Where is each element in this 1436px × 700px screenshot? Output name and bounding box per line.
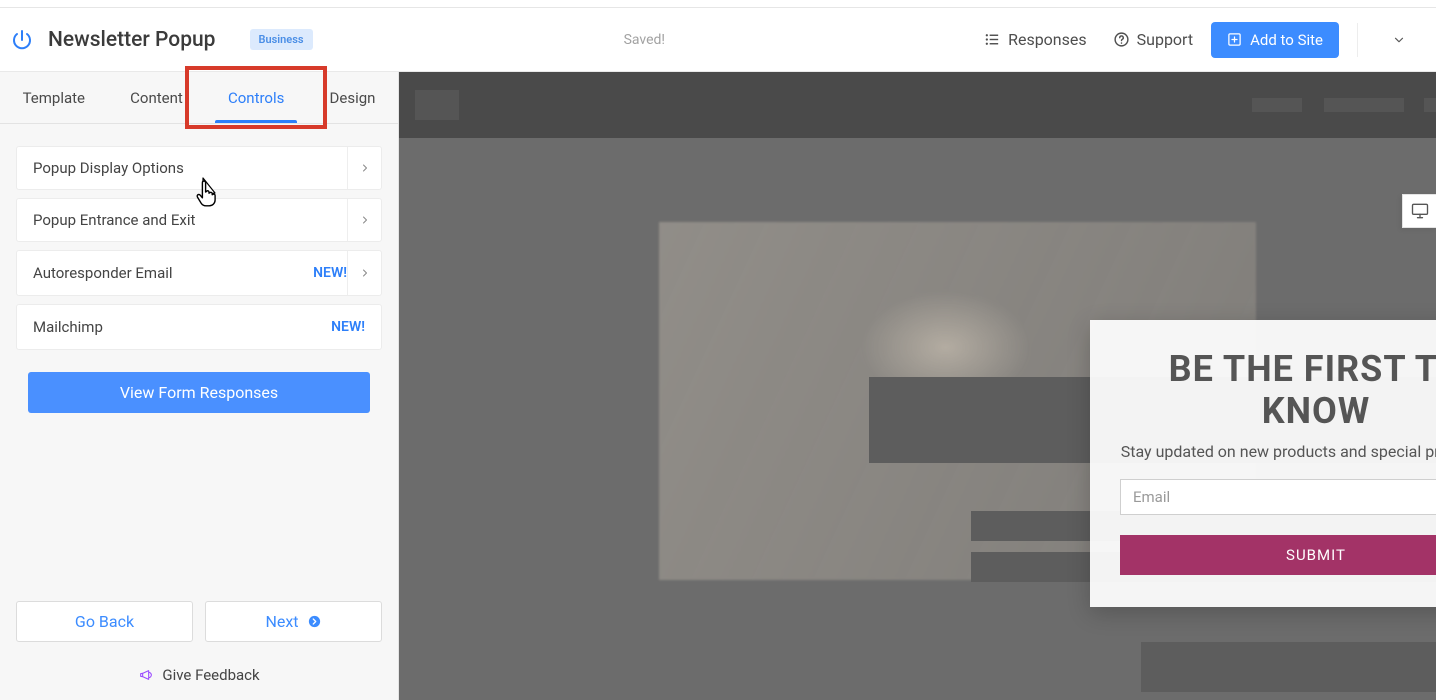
popup-title: BE THE FIRST TO KNOW <box>1120 348 1436 432</box>
help-icon <box>1113 31 1130 48</box>
tab-design[interactable]: Design <box>307 72 398 123</box>
popup-subtitle: Stay updated on new products and special… <box>1120 442 1436 461</box>
add-to-site-label: Add to Site <box>1250 31 1323 49</box>
newsletter-popup-preview: ✖ BE THE FIRST TO KNOW Stay updated on n… <box>1090 320 1436 607</box>
chevron-right-icon <box>347 251 381 295</box>
placeholder-block <box>415 90 459 120</box>
list-icon <box>984 31 1001 48</box>
panel-item-entrance-exit[interactable]: Popup Entrance and Exit <box>16 198 382 242</box>
tab-design-label: Design <box>330 89 376 107</box>
app-header: Newsletter Popup Business Saved! Respons… <box>0 8 1436 72</box>
header-right-group: Responses Support Add to Site <box>976 22 1422 58</box>
submit-button[interactable]: SUBMIT <box>1120 535 1436 575</box>
tab-controls-label: Controls <box>228 89 284 107</box>
desktop-preview-toggle[interactable] <box>1402 194 1436 228</box>
chevron-right-icon <box>347 147 381 189</box>
next-button[interactable]: Next <box>205 601 382 642</box>
tab-template[interactable]: Template <box>0 72 108 123</box>
tab-content-label: Content <box>130 89 183 107</box>
placeholder-block <box>1252 98 1302 112</box>
support-link[interactable]: Support <box>1105 24 1201 55</box>
panel-item-label: Popup Display Options <box>33 159 184 177</box>
header-divider <box>1357 23 1358 57</box>
tab-content[interactable]: Content <box>108 72 206 123</box>
preview-canvas: ✖ BE THE FIRST TO KNOW Stay updated on n… <box>399 72 1436 700</box>
preview-site-header <box>399 72 1436 138</box>
go-back-button[interactable]: Go Back <box>16 601 193 642</box>
tab-controls[interactable]: Controls <box>205 72 307 123</box>
panel-item-mailchimp[interactable]: Mailchimp NEW! <box>16 304 382 350</box>
controls-panel-list: Popup Display Options Popup Entrance and… <box>0 124 398 350</box>
monitor-icon <box>1410 201 1430 221</box>
new-badge: NEW! <box>331 319 365 335</box>
megaphone-icon <box>138 667 154 683</box>
tab-template-label: Template <box>23 89 85 107</box>
page-title: Newsletter Popup <box>48 28 216 52</box>
save-status: Saved! <box>313 32 977 48</box>
sidebar: Template Content Controls Design Popup D… <box>0 72 399 700</box>
chevron-right-icon <box>347 199 381 241</box>
sidebar-footer: Go Back Next Give Feedback <box>0 601 398 700</box>
editor-tabs: Template Content Controls Design <box>0 72 398 124</box>
view-responses-button[interactable]: View Form Responses <box>28 372 370 413</box>
panel-item-display-options[interactable]: Popup Display Options <box>16 146 382 190</box>
support-link-label: Support <box>1137 30 1193 49</box>
email-field[interactable] <box>1120 479 1436 515</box>
plus-box-icon <box>1227 32 1242 47</box>
panel-item-label: Mailchimp <box>33 318 103 336</box>
submit-button-label: SUBMIT <box>1286 546 1346 564</box>
go-back-label: Go Back <box>75 612 134 631</box>
placeholder-block <box>1324 98 1404 112</box>
give-feedback-label: Give Feedback <box>162 666 259 684</box>
give-feedback-link[interactable]: Give Feedback <box>16 660 382 690</box>
responses-link-label: Responses <box>1008 30 1087 49</box>
app-logo-icon <box>10 28 34 52</box>
add-to-site-button[interactable]: Add to Site <box>1211 22 1339 58</box>
placeholder-block <box>1141 642 1436 692</box>
arrow-circle-right-icon <box>307 614 322 629</box>
panel-item-label: Popup Entrance and Exit <box>33 211 195 229</box>
plan-badge: Business <box>250 29 313 50</box>
panel-item-label: Autoresponder Email <box>33 264 173 282</box>
new-badge: NEW! <box>313 265 347 281</box>
account-dropdown[interactable] <box>1376 23 1422 57</box>
next-label: Next <box>265 612 298 631</box>
view-responses-label: View Form Responses <box>120 383 278 402</box>
placeholder-block <box>1424 98 1436 112</box>
window-top-strip <box>0 0 1436 8</box>
responses-link[interactable]: Responses <box>976 24 1095 55</box>
chevron-down-icon <box>1392 33 1406 47</box>
panel-item-autoresponder[interactable]: Autoresponder Email NEW! <box>16 250 382 296</box>
